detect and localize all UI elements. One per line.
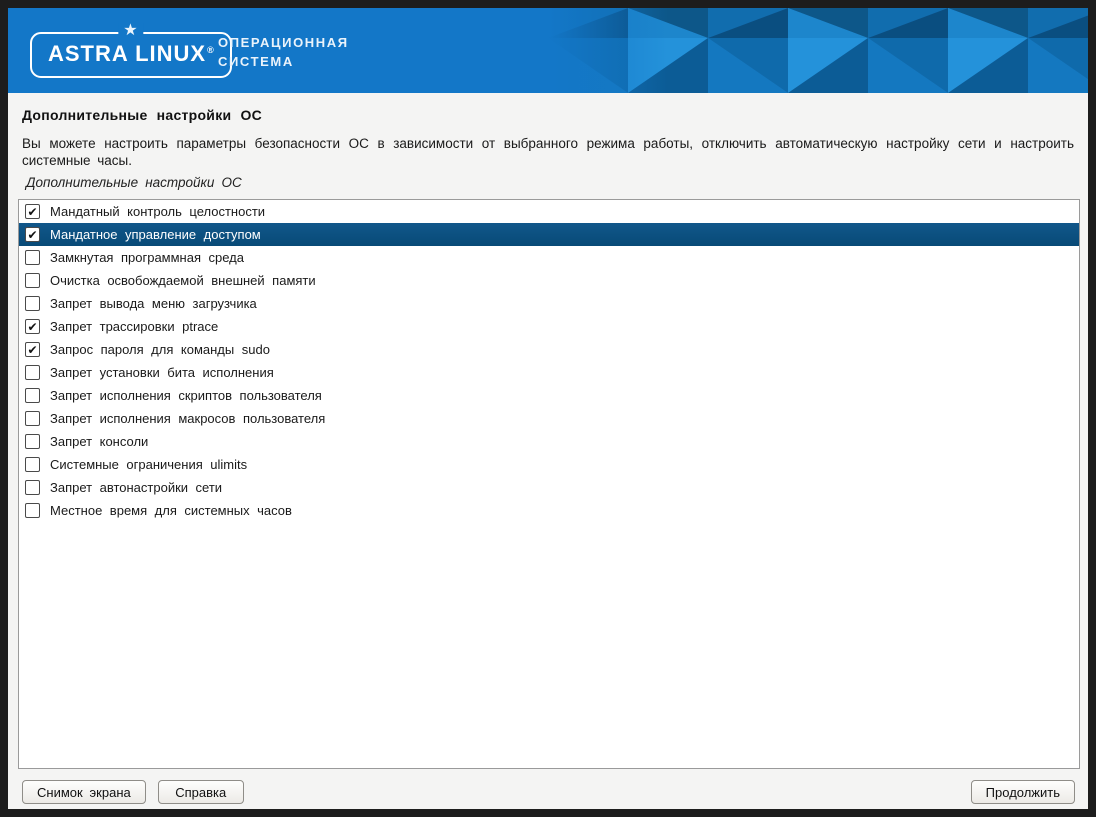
option-row[interactable]: Запрет исполнения макросов пользователя <box>19 407 1079 430</box>
option-label: Запрет трассировки ptrace <box>50 319 218 334</box>
checkbox[interactable] <box>25 457 40 472</box>
logo-tagline: ОПЕРАЦИОННАЯ СИСТЕМА <box>218 33 349 71</box>
option-row[interactable]: ✔ Запрет трассировки ptrace <box>19 315 1079 338</box>
option-row[interactable]: Местное время для системных часов <box>19 499 1079 522</box>
left-buttons: Снимок экрана Справка <box>22 780 244 804</box>
options-list: ✔ Мандатный контроль целостности ✔ Манда… <box>18 199 1080 769</box>
option-row[interactable]: ✔ Запрос пароля для команды sudo <box>19 338 1079 361</box>
page-title: Дополнительные настройки ОС <box>22 107 1074 123</box>
option-label: Местное время для системных часов <box>50 503 292 518</box>
checkbox[interactable] <box>25 503 40 518</box>
tagline-line1: ОПЕРАЦИОННАЯ <box>218 33 349 52</box>
installer-window: ★ ASTRA LINUX® ОПЕРАЦИОННАЯ СИСТЕМА Допо… <box>8 8 1088 809</box>
option-row[interactable]: Запрет установки бита исполнения <box>19 361 1079 384</box>
star-icon: ★ <box>118 23 143 39</box>
option-label: Запрет исполнения скриптов пользователя <box>50 388 322 403</box>
option-label: Замкнутая программная среда <box>50 250 244 265</box>
option-label: Очистка освобождаемой внешней памяти <box>50 273 316 288</box>
option-row[interactable]: Очистка освобождаемой внешней памяти <box>19 269 1079 292</box>
option-row[interactable]: Запрет вывода меню загрузчика <box>19 292 1079 315</box>
checkbox[interactable] <box>25 365 40 380</box>
option-label: Запрет автонастройки сети <box>50 480 222 495</box>
option-label: Мандатный контроль целостности <box>50 204 265 219</box>
app-header: ★ ASTRA LINUX® ОПЕРАЦИОННАЯ СИСТЕМА <box>8 8 1088 93</box>
tagline-line2: СИСТЕМА <box>218 52 349 71</box>
checkbox[interactable] <box>25 250 40 265</box>
option-label: Мандатное управление доступом <box>50 227 261 242</box>
option-label: Запрет вывода меню загрузчика <box>50 296 257 311</box>
option-row[interactable]: Запрет консоли <box>19 430 1079 453</box>
logo-text: ASTRA LINUX <box>48 41 206 66</box>
checkbox[interactable]: ✔ <box>25 204 40 219</box>
page-description: Вы можете настроить параметры безопаснос… <box>22 135 1074 169</box>
option-label: Запрет исполнения макросов пользователя <box>50 411 325 426</box>
checkbox[interactable]: ✔ <box>25 227 40 242</box>
option-row[interactable]: Запрет исполнения скриптов пользователя <box>19 384 1079 407</box>
checkbox[interactable] <box>25 480 40 495</box>
checkbox[interactable] <box>25 411 40 426</box>
checkbox[interactable]: ✔ <box>25 342 40 357</box>
registered-mark: ® <box>207 45 214 55</box>
astra-linux-logo: ★ ASTRA LINUX® <box>30 32 232 78</box>
screenshot-button[interactable]: Снимок экрана <box>22 780 146 804</box>
pattern-fade <box>548 8 668 93</box>
option-label: Системные ограничения ulimits <box>50 457 247 472</box>
content-area: Дополнительные настройки ОС Вы можете на… <box>8 93 1088 812</box>
continue-button[interactable]: Продолжить <box>971 780 1075 804</box>
option-row[interactable]: Системные ограничения ulimits <box>19 453 1079 476</box>
help-button[interactable]: Справка <box>158 780 244 804</box>
option-row[interactable]: ✔ Мандатный контроль целостности <box>19 200 1079 223</box>
button-bar: Снимок экрана Справка Продолжить <box>22 780 1075 804</box>
checkbox[interactable] <box>25 273 40 288</box>
header-pattern <box>548 8 1088 93</box>
option-label: Запрос пароля для команды sudo <box>50 342 270 357</box>
checkbox[interactable] <box>25 388 40 403</box>
checkbox[interactable] <box>25 296 40 311</box>
options-list-label: Дополнительные настройки ОС <box>26 175 1074 190</box>
option-label: Запрет установки бита исполнения <box>50 365 274 380</box>
option-row[interactable]: Запрет автонастройки сети <box>19 476 1079 499</box>
option-row[interactable]: Замкнутая программная среда <box>19 246 1079 269</box>
checkbox[interactable] <box>25 434 40 449</box>
checkbox[interactable]: ✔ <box>25 319 40 334</box>
option-row[interactable]: ✔ Мандатное управление доступом <box>19 223 1079 246</box>
option-label: Запрет консоли <box>50 434 148 449</box>
